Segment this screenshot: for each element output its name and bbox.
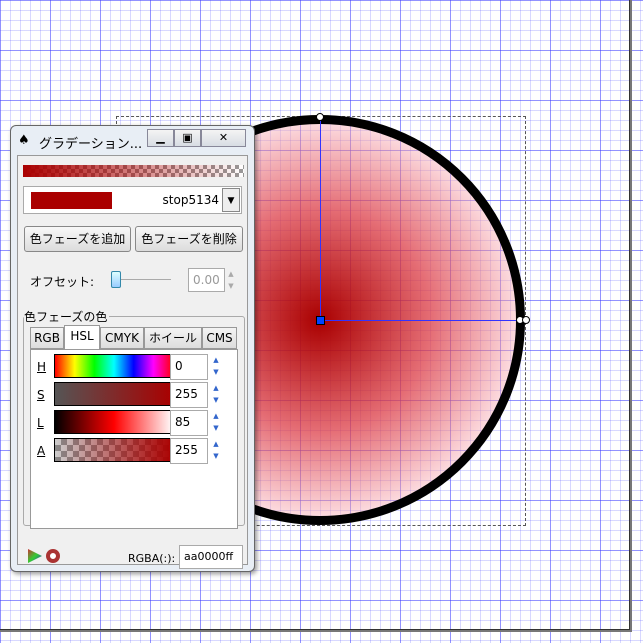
gradient-radius-handle-top[interactable] [316, 113, 324, 121]
tab-cms[interactable]: CMS [202, 327, 237, 349]
gradient-preview [23, 165, 244, 177]
hue-spin-arrows[interactable]: ▲ ▼ [211, 354, 221, 378]
stop-select[interactable]: stop5134 ▼ [23, 186, 242, 214]
tab-rgb[interactable]: RGB [30, 327, 64, 349]
dialog-titlebar[interactable]: ♠ グラデーション... ▁ ▣ ✕ [11, 126, 254, 154]
stop-color-label: 色フェーズの色 [24, 308, 110, 325]
dialog-title: グラデーション... [39, 137, 143, 152]
stop-name: stop5134 [162, 193, 219, 207]
gradient-editor-dialog: ♠ グラデーション... ▁ ▣ ✕ stop5134 ▼ 色フェーズを追加 色… [10, 125, 255, 572]
tab-hsl[interactable]: HSL [64, 325, 100, 350]
alpha-slider[interactable] [54, 438, 174, 462]
lightness-slider[interactable] [54, 410, 174, 434]
gradient-center-handle[interactable] [316, 316, 325, 325]
offset-input[interactable]: 0.00 [188, 268, 225, 292]
inkscape-icon: ♠ [18, 133, 30, 148]
maximize-button[interactable]: ▣ [174, 129, 201, 147]
saturation-input[interactable]: 255 [170, 382, 208, 408]
channel-label-h: H [37, 360, 47, 374]
lightness-spin-arrows[interactable]: ▲ ▼ [211, 410, 221, 434]
tab-wheel[interactable]: ホイール [144, 327, 202, 349]
color-managed-icon [28, 549, 42, 563]
close-button[interactable]: ✕ [201, 129, 246, 147]
offset-slider-track[interactable] [113, 279, 171, 280]
out-of-gamut-icon [46, 549, 60, 563]
minimize-button[interactable]: ▁ [147, 129, 174, 147]
gradient-vector-horizontal [320, 320, 522, 321]
add-stop-button[interactable]: 色フェーズを追加 [24, 226, 131, 252]
rgba-input[interactable]: aa0000ff [179, 545, 243, 569]
hsl-panel: H 0 ▲ ▼ S 255 ▲ ▼ L 85 ▲ ▼ A 255 ▲ ▼ [30, 349, 238, 529]
alpha-spin-arrows[interactable]: ▲ ▼ [211, 438, 221, 462]
saturation-slider[interactable] [54, 382, 174, 406]
channel-label-s: S [37, 388, 45, 402]
gradient-focus-handle[interactable] [522, 316, 530, 324]
channel-label-a: A [37, 444, 46, 458]
chevron-down-icon[interactable]: ▼ [222, 188, 240, 212]
offset-label: オフセット: [30, 275, 95, 289]
offset-spin-arrows[interactable]: ▲ ▼ [226, 268, 236, 292]
hue-input[interactable]: 0 [170, 354, 208, 380]
offset-slider-handle[interactable] [111, 271, 121, 288]
saturation-spin-arrows[interactable]: ▲ ▼ [211, 382, 221, 406]
channel-label-l: L [37, 416, 44, 430]
tab-cmyk[interactable]: CMYK [100, 327, 144, 349]
delete-stop-button[interactable]: 色フェーズを削除 [135, 226, 243, 252]
alpha-input[interactable]: 255 [170, 438, 208, 464]
rgba-label: RGBA(:): [128, 552, 176, 565]
stop-color-swatch [31, 192, 112, 209]
gradient-vector-vertical [320, 118, 321, 320]
hue-slider[interactable] [54, 354, 174, 378]
lightness-input[interactable]: 85 [170, 410, 208, 436]
